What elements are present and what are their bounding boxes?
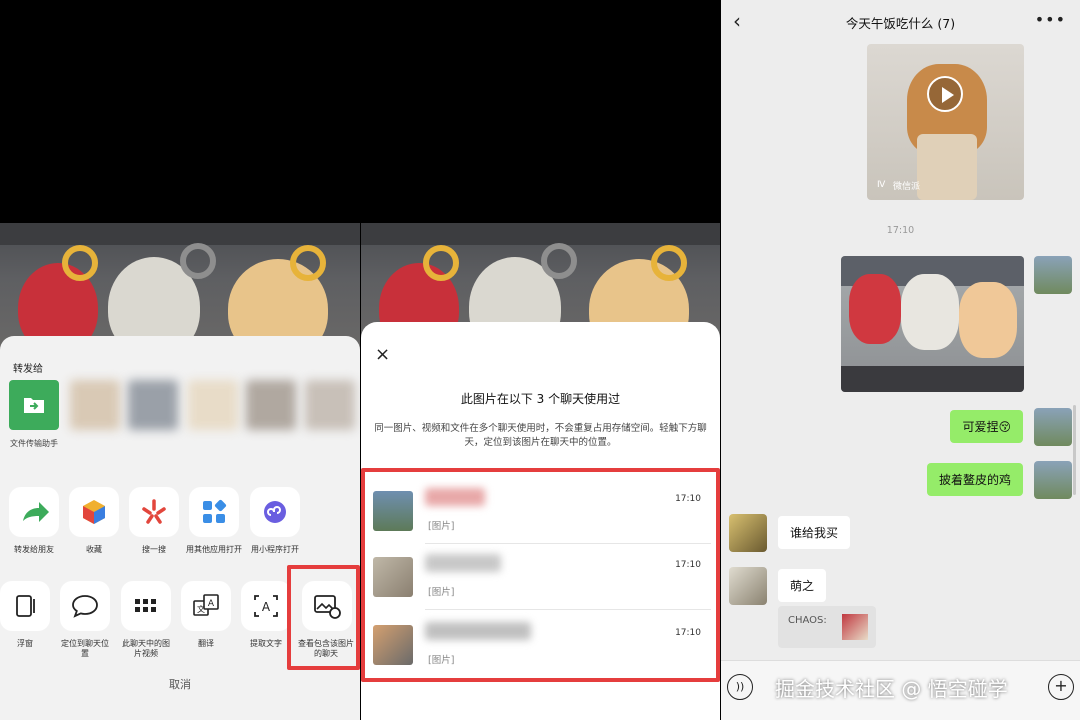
- float-window-label: 浮窗: [17, 639, 33, 648]
- file-helper-label: 文件传输助手: [10, 439, 58, 448]
- avatar[interactable]: [729, 567, 767, 605]
- contact-avatar-blurred[interactable]: [188, 380, 238, 430]
- open-other-app-button[interactable]: [189, 487, 239, 537]
- voice-icon[interactable]: )): [727, 674, 753, 700]
- contact-avatar-blurred[interactable]: [70, 380, 120, 430]
- locate-in-chat-label: 定位到聊天位置: [61, 639, 109, 658]
- contact-avatar-blurred[interactable]: [128, 380, 178, 430]
- open-other-app-label: 用其他应用打开: [186, 545, 242, 554]
- svg-text:A: A: [208, 599, 215, 609]
- usage-modal-panel: × 此图片在以下 3 个聊天使用过 同一图片、视频和文件在多个聊天使用时，不会重…: [361, 0, 720, 720]
- grid-apps-icon: [203, 499, 227, 523]
- message-bubble: 可爱捏😚: [950, 410, 1023, 443]
- folder-arrow-icon: [24, 398, 44, 413]
- share-sheet-title: 转发给: [13, 364, 43, 375]
- locate-in-chat-button[interactable]: [60, 581, 110, 631]
- quote-thumbnail: [842, 614, 868, 640]
- translate-button[interactable]: A 文: [181, 581, 231, 631]
- search-button[interactable]: [129, 487, 179, 537]
- avatar[interactable]: [1034, 256, 1072, 294]
- scrollbar[interactable]: [1073, 405, 1076, 495]
- message-bubble: 披着鳌皮的鸡: [926, 463, 1023, 496]
- file-helper-button[interactable]: [9, 380, 59, 430]
- quote-label: CHAOS:: [788, 615, 827, 626]
- grid-dots-icon: [135, 599, 156, 612]
- miniprogram-icon: [264, 501, 286, 523]
- contact-avatar-blurred[interactable]: [305, 380, 355, 430]
- share-sheet: 转发给 文件传输助手 转发给朋友 收藏 搜一搜 用其他应用打开 用小程序打开 浮…: [0, 336, 360, 720]
- open-miniprogram-label: 用小程序打开: [251, 545, 299, 554]
- svg-text:文: 文: [197, 604, 205, 614]
- modal-title: 此图片在以下 3 个聊天使用过: [460, 392, 621, 406]
- chat-media-label: 此聊天中的图片视频: [122, 639, 170, 658]
- avatar[interactable]: [1034, 461, 1072, 499]
- video-message[interactable]: 微信派 Ⅳ: [867, 44, 1024, 200]
- highlight-box: [361, 468, 720, 682]
- video-source: 微信派: [893, 182, 921, 192]
- usage-modal: × 此图片在以下 3 个聊天使用过 同一图片、视频和文件在多个聊天使用时，不会重…: [361, 322, 720, 720]
- chat-title: 今天午饭吃什么 (7): [845, 16, 956, 31]
- translate-icon: A 文: [193, 594, 219, 616]
- timestamp: 17:10: [886, 225, 915, 236]
- watermark: 掘金技术社区 @ 悟空碰学: [775, 677, 1008, 701]
- share-sheet-panel: 转发给 文件传输助手 转发给朋友 收藏 搜一搜 用其他应用打开 用小程序打开 浮…: [0, 0, 360, 720]
- message-bubble: 萌之: [778, 569, 827, 602]
- more-icon[interactable]: •••: [1035, 10, 1066, 29]
- close-icon[interactable]: ×: [375, 344, 390, 365]
- cube-icon: [83, 500, 105, 524]
- avatar[interactable]: [1034, 408, 1072, 446]
- forward-to-friend-button[interactable]: [9, 487, 59, 537]
- contact-avatar-blurred[interactable]: [246, 380, 296, 430]
- extract-text-button[interactable]: A: [241, 581, 291, 631]
- avatar[interactable]: [729, 514, 767, 552]
- message-bubble: 谁给我买: [778, 516, 851, 549]
- float-window-button[interactable]: [0, 581, 50, 631]
- image-message[interactable]: [841, 256, 1024, 392]
- channels-icon: Ⅳ: [877, 180, 886, 190]
- text-extract-icon: A: [254, 595, 278, 617]
- favorite-button[interactable]: [69, 487, 119, 537]
- modal-description: 同一图片、视频和文件在多个聊天使用时，不会重复占用存储空间。轻触下方聊天，定位到…: [374, 423, 707, 448]
- chat-panel: ‹ 今天午饭吃什么 (7) ••• 微信派 Ⅳ 17:10 可爱捏😚 披着鳌皮的…: [721, 0, 1080, 720]
- quoted-message[interactable]: CHAOS:: [778, 606, 876, 648]
- search-spark-icon: [142, 499, 166, 524]
- highlight-box: [287, 565, 360, 670]
- chat-bubble-icon: [72, 595, 98, 618]
- play-icon[interactable]: [927, 76, 963, 112]
- cancel-button[interactable]: 取消: [0, 676, 360, 692]
- chat-header: ‹ 今天午饭吃什么 (7) •••: [721, 0, 1080, 44]
- svg-text:A: A: [262, 600, 271, 614]
- search-label: 搜一搜: [142, 545, 166, 554]
- forward-arrow-icon: [23, 502, 49, 522]
- chat-media-button[interactable]: [121, 581, 171, 631]
- open-miniprogram-button[interactable]: [250, 487, 300, 537]
- plus-icon[interactable]: +: [1048, 674, 1074, 700]
- float-window-icon: [16, 595, 35, 617]
